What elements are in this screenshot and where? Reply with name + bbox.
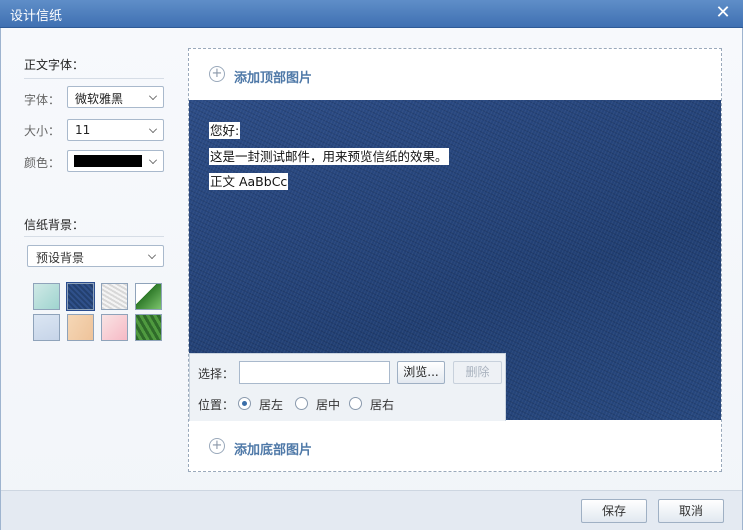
preview-sample-text: 正文 AaBbCc [209, 173, 289, 190]
size-select[interactable]: 11 [67, 119, 164, 141]
chevron-down-icon [149, 156, 157, 164]
select-label: 选择： [198, 367, 235, 381]
background-thumb-leaf[interactable] [135, 283, 162, 310]
stationery-preview: + 添加顶部图片 您好: 这是一封测试邮件，用来预览信纸的效果。 正文 AaBb… [188, 48, 722, 472]
radio-left-label: 居左 [259, 398, 284, 412]
add-top-image-label: 添加顶部图片 [234, 71, 313, 86]
add-top-image-button[interactable]: + 添加顶部图片 [189, 49, 721, 99]
background-thumb-sketch[interactable] [33, 314, 60, 341]
preview-body-line: 这是一封测试邮件，用来预览信纸的效果。 [209, 148, 449, 165]
image-path-input[interactable] [239, 361, 390, 384]
section-divider [24, 78, 164, 79]
size-label: 大小： [24, 124, 61, 138]
font-value: 微软雅黑 [75, 92, 124, 106]
save-button[interactable]: 保存 [581, 499, 647, 523]
font-select[interactable]: 微软雅黑 [67, 86, 164, 108]
dialog-footer: 保存 取消 [1, 490, 742, 530]
size-value: 11 [75, 123, 91, 137]
plus-circle-icon: + [209, 66, 225, 82]
radio-left[interactable] [238, 397, 251, 410]
color-select[interactable] [67, 150, 164, 172]
background-thumb-flower[interactable] [101, 314, 128, 341]
background-thumb-gray[interactable] [101, 283, 128, 310]
add-bottom-image-button[interactable]: + 添加底部图片 [189, 421, 721, 471]
radio-right[interactable] [349, 397, 362, 410]
background-preset-select[interactable]: 预设背景 [27, 245, 164, 267]
background-thumb-wood[interactable] [67, 314, 94, 341]
preview-greeting: 您好: [209, 122, 241, 139]
browse-button[interactable]: 浏览... [397, 361, 445, 384]
design-stationery-dialog: 正文字体： 字体： 微软雅黑 大小： 11 颜色： 信纸背景： 预设背景 + 添… [0, 28, 743, 530]
chevron-down-icon [149, 92, 157, 100]
chevron-down-icon [149, 125, 157, 133]
background-thumb-mint[interactable] [33, 283, 60, 310]
position-label: 位置： [198, 398, 235, 412]
background-preset-value: 预设背景 [36, 251, 85, 265]
background-thumb-denim[interactable] [66, 282, 95, 311]
body-font-title: 正文字体： [24, 58, 85, 72]
radio-center[interactable] [295, 397, 308, 410]
close-icon[interactable]: ✕ [713, 3, 733, 23]
title-bar: 设计信纸 ✕ [0, 0, 743, 28]
delete-button[interactable]: 删除 [453, 361, 502, 384]
background-thumb-grass[interactable] [135, 314, 162, 341]
chevron-down-icon [148, 251, 156, 259]
plus-circle-icon: + [209, 438, 225, 454]
radio-right-label: 居右 [370, 398, 395, 412]
font-label: 字体： [24, 93, 61, 107]
image-picker-panel: 选择： 浏览... 删除 位置： 居左 居中 居右 [189, 353, 506, 423]
window-title: 设计信纸 [10, 9, 63, 24]
add-bottom-image-label: 添加底部图片 [234, 443, 313, 458]
denim-background: 您好: 这是一封测试邮件，用来预览信纸的效果。 正文 AaBbCc 选择： 浏览… [189, 100, 721, 423]
color-label: 颜色： [24, 156, 61, 170]
cancel-button[interactable]: 取消 [658, 499, 724, 523]
background-title: 信纸背景： [24, 218, 85, 232]
section-divider [24, 236, 164, 237]
color-swatch [74, 155, 142, 167]
radio-center-label: 居中 [316, 398, 341, 412]
